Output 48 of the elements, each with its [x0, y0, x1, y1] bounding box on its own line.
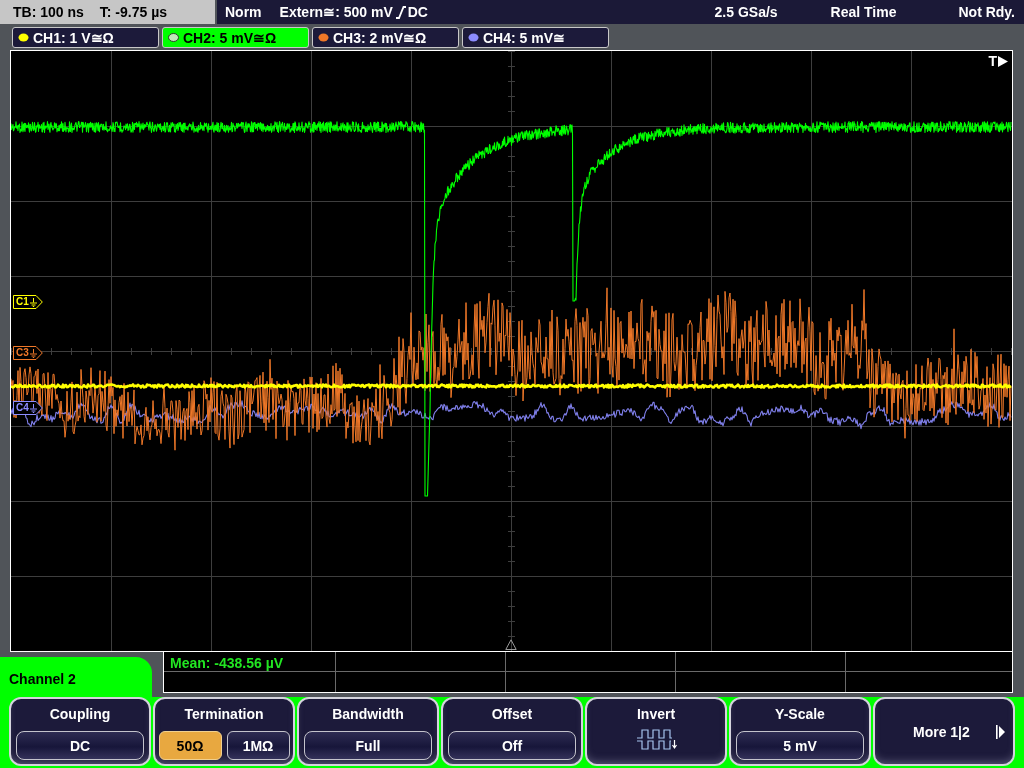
channel-marker[interactable]: C3: [13, 346, 43, 360]
ground-icon: [29, 348, 37, 358]
trigger-label: T: [988, 54, 997, 68]
softkey-button[interactable]: Y-Scale 5 mV: [729, 697, 871, 766]
trigger-time-readout: T: -9.75 µs: [99, 5, 168, 19]
softkey-title: Bandwidth: [332, 706, 404, 722]
option-button[interactable]: 50Ω: [158, 731, 222, 760]
trigger-mode-readout: Norm: [225, 5, 262, 19]
softkey-button[interactable]: More 1|2: [873, 697, 1015, 766]
acquisition-mode-readout: Real Time: [830, 5, 897, 19]
rising-edge-icon: [395, 5, 406, 19]
marker-label: C1: [16, 297, 29, 307]
marker-label: C3: [16, 348, 29, 358]
sample-rate-readout: 2.5 GSa/s: [714, 5, 778, 19]
option-button[interactable]: 1MΩ: [226, 731, 290, 760]
softkey-title: Termination: [184, 706, 264, 722]
value-button[interactable]: DC: [16, 731, 144, 760]
arrow-right-icon: [998, 55, 1008, 67]
softkey-title: Invert: [636, 706, 676, 722]
ground-icon: [29, 403, 37, 413]
trigger-source-readout: Extern≅: 500 mV: [279, 5, 393, 19]
square-wave-icon: [635, 728, 677, 752]
softkey-title: Y-Scale: [775, 706, 825, 722]
acquisition-state-readout: Not Rdy.: [958, 5, 1015, 19]
trigger-coupling-readout: DC: [407, 5, 428, 19]
measurement-reading: Mean: -438.56 µV: [169, 654, 284, 670]
channel-marker[interactable]: C1: [13, 295, 43, 309]
triangle-marker-icon: [505, 639, 517, 650]
softkey-button[interactable]: Invert: [585, 697, 727, 766]
softkey-title: Offset: [491, 706, 533, 722]
channel-tab[interactable]: CH1: 1 V≅Ω: [12, 27, 159, 48]
channel-marker[interactable]: C4: [13, 401, 43, 415]
value-button[interactable]: Full: [304, 731, 432, 760]
softkey-button[interactable]: Coupling DC: [9, 697, 151, 766]
softkey-button[interactable]: Bandwidth Full: [297, 697, 439, 766]
channel-tab[interactable]: CH2: 5 mV≅Ω: [162, 27, 309, 48]
marker-label: C4: [16, 403, 29, 413]
next-page-icon: [996, 724, 1005, 739]
menu-title: Channel 2: [0, 657, 152, 697]
softkey-button[interactable]: Termination 50Ω 1MΩ: [153, 697, 295, 766]
timebase-readout: TB: 100 ns: [13, 5, 84, 19]
value-button[interactable]: Off: [448, 731, 576, 760]
channel-tab[interactable]: CH4: 5 mV≅: [462, 27, 609, 48]
ground-icon: [29, 297, 37, 307]
value-button[interactable]: 5 mV: [736, 731, 864, 760]
softkey-button[interactable]: Offset Off: [441, 697, 583, 766]
softkey-title: Coupling: [49, 706, 111, 722]
channel-tab[interactable]: CH3: 2 mV≅Ω: [312, 27, 459, 48]
